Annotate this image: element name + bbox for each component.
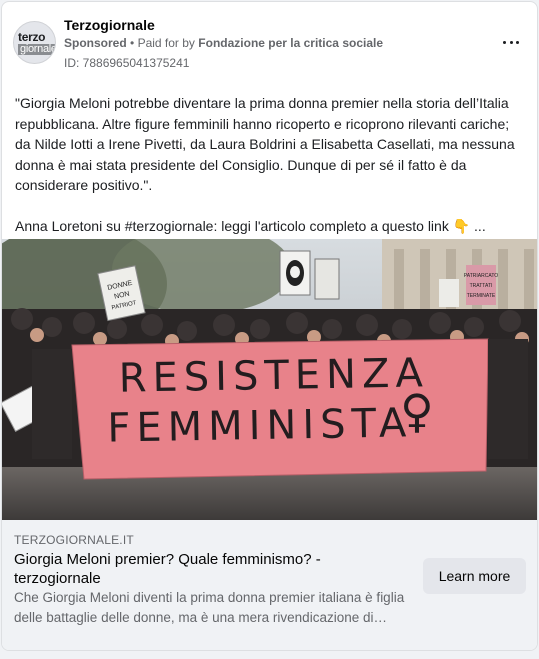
link-domain: TERZOGIORNALE.IT [14,533,134,547]
female-symbol-icon: ♀ [400,384,434,438]
post-paragraph-1: "Giorgia Meloni potrebbe diventare la pr… [15,95,515,193]
link-preview[interactable]: TERZOGIORNALE.IT Giorgia Meloni premier?… [2,520,537,650]
pointing-down-emoji: 👇 [452,217,471,234]
post-paragraph-2: Anna Loretoni su #terzogiornale: leggi l… [15,216,527,237]
svg-text:TERMINATE: TERMINATE [467,293,496,299]
meta-separator: • [130,36,135,50]
svg-text:TRATTATI: TRATTATI [470,283,493,289]
see-more-link[interactable]: ... [474,218,486,234]
post-text: "Giorgia Meloni potrebbe diventare la pr… [15,93,527,236]
paid-for-org: Fondazione per la critica sociale [198,36,384,50]
sponsored-label: Sponsored [64,36,127,50]
ad-post-card: terzo giornale Terzogiornale Sponsored •… [1,1,538,651]
svg-text:PATRIARCATO: PATRIARCATO [464,273,498,279]
more-options-button[interactable] [499,32,523,52]
post-header: terzo giornale Terzogiornale Sponsored •… [2,2,537,82]
more-dot [516,40,519,44]
link-title[interactable]: Giorgia Meloni premier? Quale femminismo… [14,550,354,588]
page-avatar[interactable]: terzo giornale [13,21,56,64]
more-dot [509,40,513,44]
post-paragraph-2-text: Anna Loretoni su #terzogiornale: leggi l… [15,217,449,234]
ad-id: ID: 7886965041375241 [64,56,190,70]
avatar-logo-line2: giornale [18,44,55,55]
link-description: Che Giorgia Meloni diventi la prima donn… [14,590,405,625]
learn-more-button[interactable]: Learn more [423,558,526,594]
paid-for-prefix: Paid for by [137,36,195,50]
protest-photo: DONNE NON PATRIOT PATRIARCATO TRATTATI T… [2,239,537,520]
sponsored-line: Sponsored • Paid for by Fondazione per l… [64,36,383,50]
page-name-link[interactable]: Terzogiornale [64,17,155,33]
banner-text-line2: FEMMINISTA [107,400,413,451]
ad-image[interactable]: DONNE NON PATRIOT PATRIARCATO TRATTATI T… [2,239,537,520]
more-horizontal-icon [503,40,506,44]
avatar-logo-line1: terzo [18,30,46,44]
banner-text-line1: RESISTENZA [118,350,429,401]
